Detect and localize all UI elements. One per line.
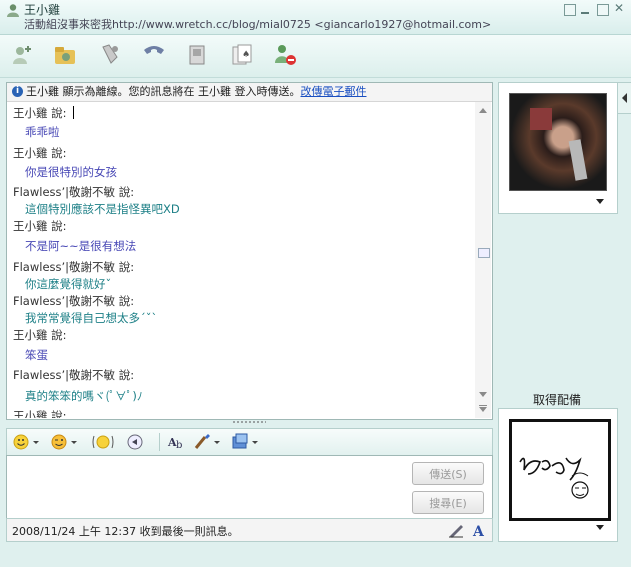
message-speaker: Flawless’|敬謝不敏 說: [13,368,135,382]
wink-button[interactable] [51,432,79,452]
block-contact-button[interactable] [272,42,300,68]
message-speaker: 王小雞 說: [13,328,67,342]
menu-button[interactable] [564,4,576,16]
message-speaker: 王小雞 說: [13,106,67,120]
svg-text:b: b [176,440,182,451]
svg-text:♠: ♠ [242,50,250,60]
nudge-icon [92,435,114,449]
send-image-button[interactable] [231,432,261,452]
conversation-history: i 王小雞 顯示為離線。您的訊息將在 王小雞 登入時傳送。改傳電子郵件 王小雞 說… [6,82,493,420]
phone-call-icon [144,46,164,54]
font-icon: A b [167,436,182,451]
wink-icon [51,434,77,450]
contact-personal-message: 活動組沒事來密我http://www.wretch.cc/blog/mial07… [24,18,492,31]
send-button[interactable]: 傳送(S) [412,462,484,485]
games-icon: ♠ [232,44,252,65]
message-speaker: 王小雞 說: [13,219,67,233]
emoticon-button[interactable] [13,432,41,452]
minimize-button[interactable] [580,4,590,14]
last-message-status: 2008/11/24 上午 12:37 收到最後一則訊息。 [12,525,239,538]
conversation-scrollbar[interactable] [475,102,491,418]
offline-info-bar: i 王小雞 顯示為離線。您的訊息將在 王小雞 登入時傳送。改傳電子郵件 [7,83,492,102]
message-speaker: Flawless’|敬謝不敏 說: [13,294,135,308]
maximize-button[interactable] [597,4,609,16]
scrollbar-thumb[interactable] [478,248,490,258]
video-button[interactable] [184,42,212,68]
pane-splitter[interactable] [6,419,491,427]
handwriting-button[interactable] [447,521,465,539]
invite-contact-icon [13,46,31,64]
title-bar: 王小雞 活動組沒事來密我http://www.wretch.cc/blog/mi… [0,0,631,35]
message-text: 笨蛋 [25,348,48,362]
send-image-icon [232,433,258,449]
my-display-picture[interactable] [509,419,611,521]
contact-display-picture[interactable] [509,93,607,191]
message-speaker: Flawless’|敬謝不敏 說: [13,260,135,274]
scroll-down-arrow-icon[interactable] [479,392,487,397]
offline-info-text: 王小雞 顯示為離線。您的訊息將在 王小雞 登入時傳送。 [26,85,301,98]
scroll-up-arrow-icon[interactable] [479,108,487,113]
photo-poster-detail [530,108,552,130]
text-mode-button[interactable]: A [470,521,488,540]
text-mode-icon: A [472,524,485,540]
background-button[interactable] [193,432,223,452]
message-text: 你是很特別的女孩 [25,165,117,179]
pen-icon [449,525,463,538]
share-files-button[interactable] [52,42,80,68]
info-icon: i [12,86,23,97]
message-speaker: 王小雞 說: [13,146,67,160]
my-picture-dropdown-icon[interactable] [596,525,604,530]
voice-call-icon [102,44,118,64]
message-text: 真的笨笨的嗎ヾ(ﾟ∀ﾟ)ﾉ [25,389,143,403]
invite-contact-button[interactable] [8,42,36,68]
voice-clip-icon [127,434,143,450]
close-button[interactable]: ✕ [614,2,624,14]
font-button[interactable]: A b [167,432,187,452]
collapse-arrow-icon [622,93,627,103]
message-speaker: 王小雞 說: [13,409,67,418]
conversation-toolbar: ♠ [0,35,631,78]
toolbar-divider [159,433,160,451]
message-text: 不是阿~~是很有想法 [25,239,137,253]
background-icon [194,434,220,449]
status-bar: 2008/11/24 上午 12:37 收到最後一則訊息。 A [6,518,493,542]
nudge-button[interactable] [91,432,115,452]
voice-clip-button[interactable] [125,432,145,452]
splitter-grip-icon [232,421,266,423]
my-picture-label: 取得配備 [532,393,581,407]
video-icon [189,45,205,65]
message-input[interactable]: 傳送(S) 搜尋(E) [6,455,493,519]
text-cursor [73,106,74,119]
format-toolbar: A b [6,428,493,456]
contact-display-picture-panel [498,82,618,214]
phone-call-button[interactable] [140,42,168,68]
contact-status-icon [7,4,19,17]
message-text: 乖乖啦 [25,125,60,139]
emoticon-icon [13,434,39,450]
my-display-picture-panel [498,408,618,542]
scroll-end-arrow-icon [479,407,487,412]
message-speaker: Flawless’|敬謝不敏 說: [13,185,135,199]
sidebar-toggle[interactable] [617,82,631,114]
svg-text:A: A [472,524,485,539]
voice-call-button[interactable] [96,42,124,68]
message-list: 王小雞 說: 乖乖啦 王小雞 說: 你是很特別的女孩 Flawless’|敬謝不… [7,102,475,418]
block-contact-icon [275,45,296,65]
send-email-link[interactable]: 改傳電子郵件 [301,85,367,98]
search-button[interactable]: 搜尋(E) [412,491,484,514]
message-text: 我常常覺得自己想太多ˊˇˋ [25,311,158,325]
signature-drawing [519,457,589,499]
photo-guitar-detail [568,139,588,181]
display-picture-dropdown-icon[interactable] [596,199,604,204]
scroll-end-icon[interactable] [479,405,487,406]
share-files-icon [55,47,75,64]
message-text: 這個特別應該不是指怪異吧XD [25,202,180,216]
message-text: 你這麼覺得就好ˇ [25,277,112,291]
games-button[interactable]: ♠ [228,42,256,68]
